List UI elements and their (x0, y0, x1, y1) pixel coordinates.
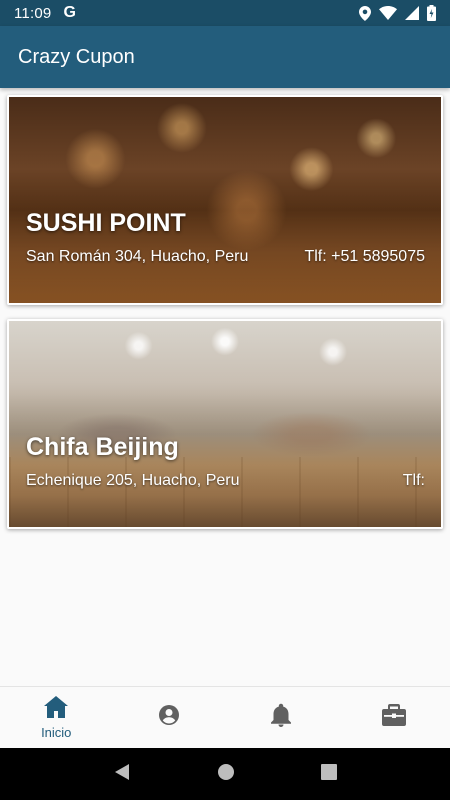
restaurant-card-sushi-point[interactable]: SUSHI POINT San Román 304, Huacho, Peru … (7, 95, 443, 305)
nav-item-business[interactable] (338, 687, 450, 748)
restaurant-address: San Román 304, Huacho, Peru (26, 248, 249, 265)
bottom-nav: Inicio (0, 686, 450, 748)
google-icon: G (63, 4, 76, 21)
restaurant-name: SUSHI POINT (26, 209, 186, 237)
app-bar: Crazy Cupon (0, 26, 450, 88)
account-icon (158, 704, 180, 731)
restaurant-phone: Tlf: +51 5895075 (304, 248, 425, 265)
status-bar: 11:09 G (0, 0, 450, 26)
signal-icon (405, 6, 419, 20)
status-icons (359, 5, 436, 21)
wifi-icon (379, 6, 397, 20)
home-icon (44, 695, 69, 723)
restaurant-phone: Tlf: (402, 472, 425, 489)
nav-label: Inicio (41, 724, 72, 740)
briefcase-icon (381, 704, 406, 731)
restaurant-address: Echenique 205, Huacho, Peru (26, 472, 240, 489)
restaurant-card-chifa-beijing[interactable]: Chifa Beijing Echenique 205, Huacho, Per… (7, 319, 443, 529)
nav-item-inicio[interactable]: Inicio (0, 687, 113, 748)
home-circle-icon[interactable] (217, 763, 235, 786)
bell-icon (271, 703, 292, 732)
system-nav-bar (0, 748, 450, 800)
restaurant-name: Chifa Beijing (26, 433, 179, 461)
back-icon[interactable] (113, 763, 131, 786)
app-title: Crazy Cupon (18, 45, 135, 68)
status-time: 11:09 (14, 4, 52, 22)
location-icon (359, 5, 371, 21)
nav-item-account[interactable] (113, 687, 226, 748)
recents-icon[interactable] (321, 763, 337, 785)
nav-item-notifications[interactable] (225, 687, 338, 748)
restaurant-list[interactable]: SUSHI POINT San Román 304, Huacho, Peru … (0, 88, 450, 686)
battery-icon (427, 5, 436, 21)
